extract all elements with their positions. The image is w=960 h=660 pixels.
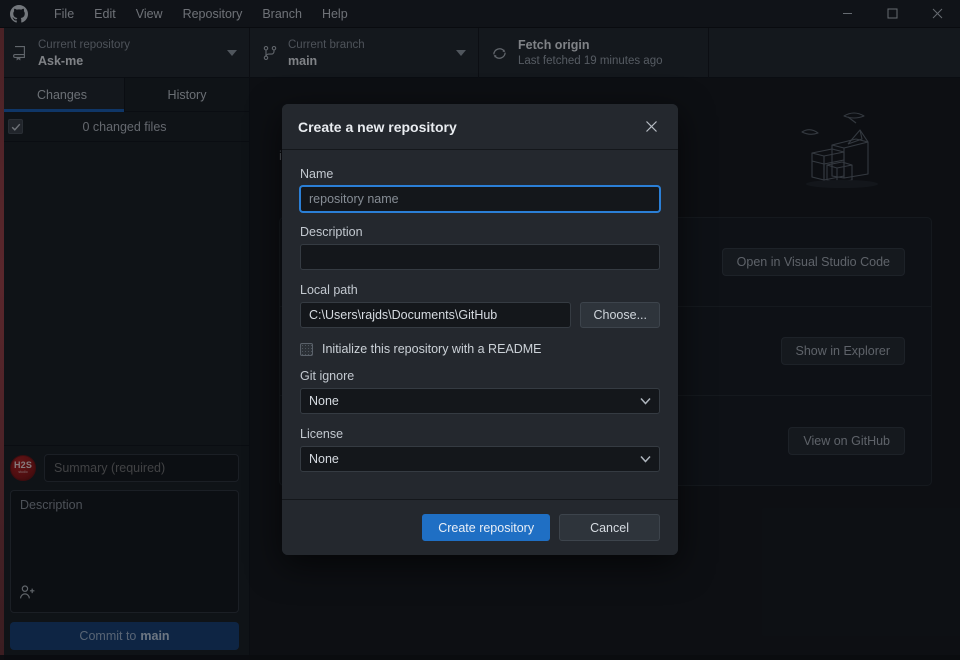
window-bottom-edge [0, 655, 960, 660]
field-local-path: Local path Choose... [300, 283, 660, 328]
dialog-body: Name Description Local path Choose... In… [282, 150, 678, 499]
readme-checkbox[interactable] [300, 343, 313, 356]
field-license: License None [300, 427, 660, 472]
license-select[interactable]: None [300, 446, 660, 472]
dialog-footer: Create repository Cancel [282, 499, 678, 555]
local-path-label: Local path [300, 283, 660, 297]
description-label: Description [300, 225, 660, 239]
repository-description-input[interactable] [300, 244, 660, 270]
close-icon [645, 120, 658, 133]
license-label: License [300, 427, 660, 441]
name-label: Name [300, 167, 660, 181]
field-name: Name [300, 167, 660, 212]
git-ignore-select[interactable]: None [300, 388, 660, 414]
dialog-close-button[interactable] [640, 116, 662, 138]
field-git-ignore: Git ignore None [300, 369, 660, 414]
local-path-input[interactable] [300, 302, 571, 328]
field-description: Description [300, 225, 660, 270]
cancel-button[interactable]: Cancel [559, 514, 660, 541]
dialog-header: Create a new repository [282, 104, 678, 150]
readme-checkbox-row[interactable]: Initialize this repository with a README [300, 342, 660, 356]
readme-label: Initialize this repository with a README [322, 342, 542, 356]
create-repository-button[interactable]: Create repository [422, 514, 550, 541]
repository-name-input[interactable] [300, 186, 660, 212]
github-desktop-window: File Edit View Repository Branch Help [0, 0, 960, 660]
window-edge-accent [0, 28, 4, 660]
choose-path-button[interactable]: Choose... [580, 302, 660, 328]
dialog-title: Create a new repository [298, 119, 640, 135]
local-path-row: Choose... [300, 302, 660, 328]
git-ignore-select-wrap: None [300, 388, 660, 414]
create-repository-dialog: Create a new repository Name Description… [282, 104, 678, 555]
license-select-wrap: None [300, 446, 660, 472]
git-ignore-label: Git ignore [300, 369, 660, 383]
